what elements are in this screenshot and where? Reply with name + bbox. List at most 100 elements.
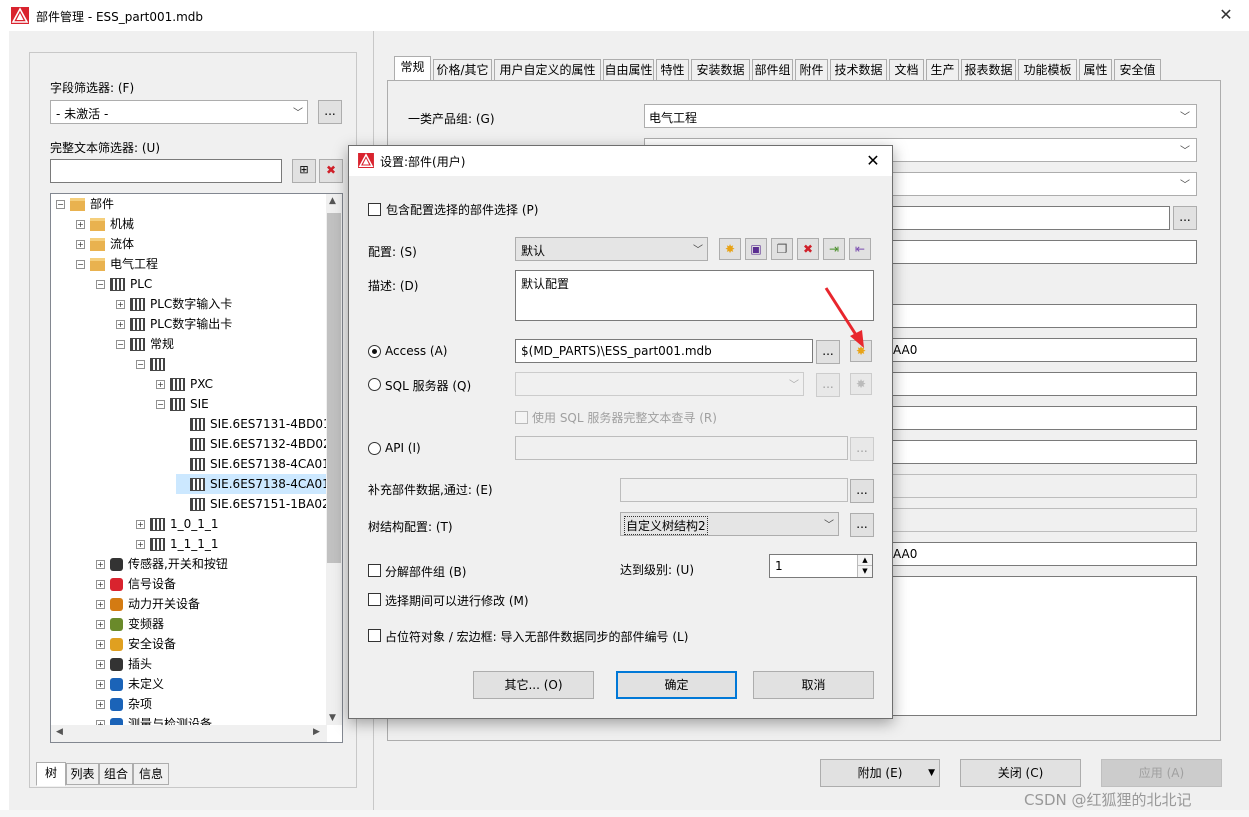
- tree-item[interactable]: + 机械: [76, 214, 134, 234]
- tab-info[interactable]: 信息: [133, 763, 169, 785]
- tree-item[interactable]: SIE.6ES7138-4CA01: [176, 474, 334, 494]
- import-config-button[interactable]: ⇥: [823, 238, 845, 260]
- level-spinner[interactable]: 1 ▲ ▼: [769, 554, 873, 578]
- binocular-search-button[interactable]: ⊞: [292, 159, 316, 183]
- tab-3[interactable]: 自由属性: [603, 59, 654, 80]
- tab-11[interactable]: 报表数据: [961, 59, 1016, 80]
- scroll-up-icon[interactable]: ▲: [329, 196, 336, 206]
- expand-icon[interactable]: +: [96, 660, 105, 669]
- scroll-left-icon[interactable]: ◀: [56, 727, 63, 737]
- collapse-icon[interactable]: −: [136, 360, 145, 369]
- tree-scroll-thumb[interactable]: [327, 213, 341, 563]
- dialog-close-button[interactable]: ✕: [861, 149, 885, 173]
- tab-10[interactable]: 生产: [926, 59, 959, 80]
- collapse-icon[interactable]: −: [156, 400, 165, 409]
- expand-icon[interactable]: +: [116, 320, 125, 329]
- expand-icon[interactable]: +: [136, 540, 145, 549]
- tree-item[interactable]: + 杂项: [96, 694, 152, 714]
- expand-icon[interactable]: +: [76, 220, 85, 229]
- part-number-more-button[interactable]: ...: [1173, 206, 1197, 230]
- access-path-input[interactable]: $(MD_PARTS)\ESS_part001.mdb: [515, 339, 813, 363]
- fulltext-filter-input[interactable]: [50, 159, 282, 183]
- tree-item[interactable]: + 安全设备: [96, 634, 176, 654]
- tree-item[interactable]: − 电气工程: [76, 254, 158, 274]
- new-config-button[interactable]: ✸: [719, 238, 741, 260]
- export-config-button[interactable]: ⇤: [849, 238, 871, 260]
- collapse-icon[interactable]: −: [96, 280, 105, 289]
- tree-item[interactable]: + PLC数字输入卡: [116, 294, 232, 314]
- tree-item[interactable]: +1_1_1_1: [136, 534, 219, 554]
- expand-icon[interactable]: +: [96, 700, 105, 709]
- scroll-down-icon[interactable]: ▼: [329, 713, 336, 723]
- tree-item[interactable]: + 流体: [76, 234, 134, 254]
- tab-6[interactable]: 部件组: [752, 59, 793, 80]
- expand-icon[interactable]: +: [96, 640, 105, 649]
- expand-icon[interactable]: +: [96, 620, 105, 629]
- ok-button[interactable]: 确定: [616, 671, 737, 699]
- tree-item[interactable]: + 动力开关设备: [96, 594, 200, 614]
- supplement-input[interactable]: [620, 478, 848, 502]
- scroll-right-icon[interactable]: ▶: [313, 727, 320, 737]
- collapse-icon[interactable]: −: [116, 340, 125, 349]
- expand-icon[interactable]: +: [116, 300, 125, 309]
- field-filter-select[interactable]: - 未激活 - ﹀: [50, 100, 308, 124]
- tree-horizontal-scrollbar[interactable]: [51, 725, 327, 742]
- tab-14[interactable]: 安全值: [1114, 59, 1161, 80]
- window-close-button[interactable]: ✕: [1214, 4, 1238, 26]
- tree-item[interactable]: SIE.6ES7132-4BD02: [176, 434, 331, 454]
- expand-icon[interactable]: +: [96, 680, 105, 689]
- tree-item[interactable]: SIE.6ES7138-4CA01: [176, 454, 330, 474]
- tree-item[interactable]: − 常规: [116, 334, 174, 354]
- save-config-button[interactable]: ▣: [745, 238, 767, 260]
- clear-filter-button[interactable]: ✖: [319, 159, 343, 183]
- expand-icon[interactable]: +: [96, 580, 105, 589]
- tree-item[interactable]: +1_0_1_1: [136, 514, 219, 534]
- collapse-icon[interactable]: −: [56, 200, 65, 209]
- tab-13[interactable]: 属性: [1079, 59, 1112, 80]
- attach-button[interactable]: 附加 (E) ▼: [820, 759, 940, 787]
- product-group-select[interactable]: 电气工程 ﹀: [644, 104, 1197, 128]
- cancel-button[interactable]: 取消: [753, 671, 874, 699]
- sql-server-radio[interactable]: [368, 378, 381, 391]
- tree-item[interactable]: − 部件: [56, 194, 114, 214]
- tab-tree[interactable]: 树: [36, 762, 66, 786]
- tab-5[interactable]: 安装数据: [691, 59, 750, 80]
- access-radio[interactable]: [368, 345, 381, 358]
- tree-config-browse-button[interactable]: ...: [850, 513, 874, 537]
- api-radio[interactable]: [368, 442, 381, 455]
- field-filter-more-button[interactable]: ...: [318, 100, 342, 124]
- tree-item[interactable]: SIE.6ES7151-1BA02: [176, 494, 330, 514]
- expand-icon[interactable]: +: [96, 560, 105, 569]
- include-config-checkbox[interactable]: [368, 203, 381, 216]
- tab-group[interactable]: 组合: [99, 763, 133, 785]
- tree-item[interactable]: + 变频器: [96, 614, 164, 634]
- expand-icon[interactable]: +: [76, 240, 85, 249]
- close-button[interactable]: 关闭 (C): [960, 759, 1081, 787]
- tab-0[interactable]: 常规: [394, 56, 431, 81]
- tree-config-select[interactable]: 自定义树结构2 ﹀: [620, 512, 839, 536]
- modify-during-checkbox[interactable]: [368, 593, 381, 606]
- tab-1[interactable]: 价格/其它: [433, 59, 492, 80]
- expand-icon[interactable]: +: [156, 380, 165, 389]
- tree-item[interactable]: − SIE: [156, 394, 209, 414]
- delete-config-button[interactable]: ✖: [797, 238, 819, 260]
- placeholder-object-checkbox[interactable]: [368, 629, 381, 642]
- tab-9[interactable]: 文档: [889, 59, 924, 80]
- tab-2[interactable]: 用户自定义的属性: [494, 59, 601, 80]
- tree-item[interactable]: + 未定义: [96, 674, 164, 694]
- tree-item[interactable]: + 插头: [96, 654, 152, 674]
- supplement-browse-button[interactable]: ...: [850, 479, 874, 503]
- collapse-icon[interactable]: −: [76, 260, 85, 269]
- split-group-checkbox[interactable]: [368, 564, 381, 577]
- spin-down-icon[interactable]: ▼: [857, 566, 872, 577]
- tab-7[interactable]: 附件: [795, 59, 828, 80]
- tree-item[interactable]: − PLC: [96, 274, 152, 294]
- other-button[interactable]: 其它... (O): [473, 671, 594, 699]
- tab-8[interactable]: 技术数据: [830, 59, 887, 80]
- tree-item[interactable]: SIE.6ES7131-4BD01: [176, 414, 331, 434]
- tree-item[interactable]: + PLC数字输出卡: [116, 314, 232, 334]
- config-select[interactable]: 默认 ﹀: [515, 237, 708, 261]
- expand-icon[interactable]: +: [96, 600, 105, 609]
- tree-item[interactable]: −: [136, 354, 170, 374]
- tree-item[interactable]: + PXC: [156, 374, 213, 394]
